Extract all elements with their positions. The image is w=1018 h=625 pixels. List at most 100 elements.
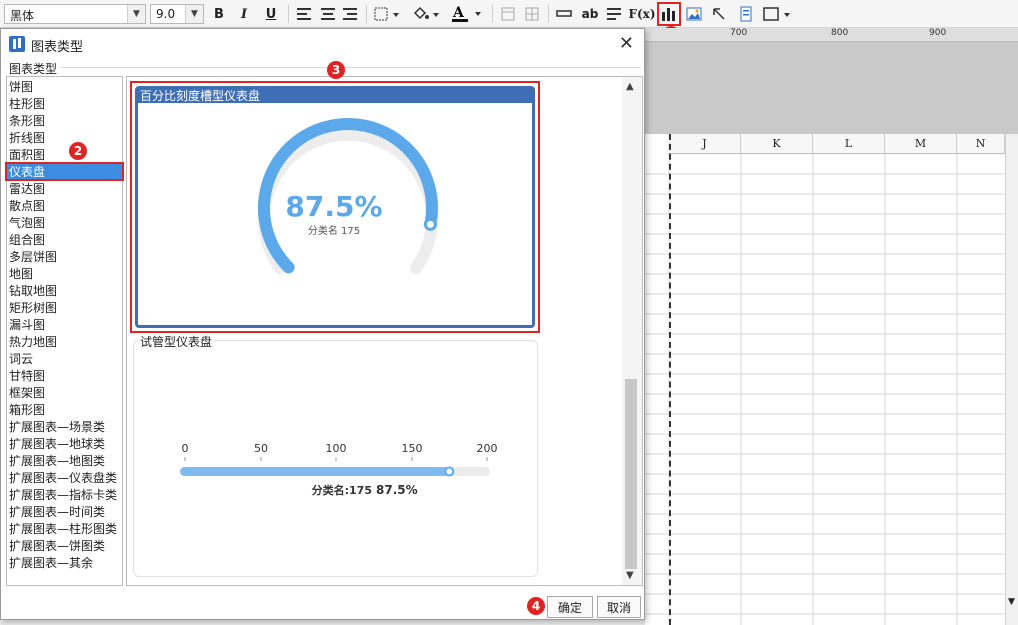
font-name-select[interactable]: 黑体 ▼ <box>4 4 146 24</box>
ok-button[interactable]: 确定 <box>547 596 593 618</box>
chart-type-item[interactable]: 雷达图 <box>7 181 122 198</box>
sheet-margin <box>645 42 1018 134</box>
align-right-icon[interactable] <box>340 4 360 24</box>
bar-chart-icon <box>662 8 675 21</box>
tick-label: 50 <box>254 442 268 455</box>
tube-label: 分类名:175 <box>312 483 372 497</box>
step-badge-4: 4 <box>527 597 545 615</box>
fill-color-icon[interactable] <box>410 4 442 24</box>
chart-type-item[interactable]: 热力地图 <box>7 334 122 351</box>
formula-button[interactable]: F(x) <box>628 4 655 24</box>
chart-type-item[interactable]: 扩展图表—地球类 <box>7 436 122 453</box>
preview-caption: 百分比刻度槽型仪表盘 <box>140 89 261 103</box>
underline-button[interactable]: U <box>261 4 281 24</box>
chevron-down-icon[interactable]: ▼ <box>626 570 634 581</box>
chart-type-list[interactable]: 饼图 柱形图 条形图 折线图 面积图 仪表盘 雷达图 散点图 气泡图 组合图 多层饼图 地图 钻取地图矩… <box>6 76 123 586</box>
svg-text:A: A <box>452 5 465 21</box>
chart-type-item[interactable]: 甘特图 <box>7 368 122 385</box>
chart-type-dialog: 图表类型 ✕ 图表类型 饼图 柱形图 条形图 折线图 面积图 仪表盘 雷达图 散点图 气泡图 组合… <box>0 28 645 620</box>
sheet-scrollbar[interactable]: ▼ <box>1005 134 1018 625</box>
ruler-label: 800 <box>831 28 849 38</box>
toolbar: 黑体 ▼ 9.0 ▼ B I U A ab F(x) <box>0 0 1018 28</box>
align-left-icon[interactable] <box>294 4 314 24</box>
image-icon[interactable] <box>684 4 704 24</box>
column-header-l[interactable]: L <box>813 134 885 154</box>
step-badge-3: 3 <box>327 61 345 79</box>
chart-type-item[interactable]: 扩展图表—仪表盘类 <box>7 470 122 487</box>
chart-type-item[interactable]: 多层饼图 <box>7 249 122 266</box>
chart-type-item[interactable]: 饼图 <box>7 79 122 96</box>
gauge-pointer <box>423 217 437 231</box>
column-header-n[interactable]: N <box>957 134 1005 154</box>
chart-type-item[interactable]: 箱形图 <box>7 402 122 419</box>
chart-preview-panel: 百分比刻度槽型仪表盘 87.5% 分类名 175 试管型仪表盘 0 50 100 <box>126 76 643 586</box>
chart-type-item[interactable]: 扩展图表—指标卡类 <box>7 487 122 504</box>
column-header-j[interactable]: J <box>669 134 741 154</box>
chart-type-item[interactable]: 柱形图 <box>7 96 122 113</box>
text-format-button[interactable]: ab <box>578 4 602 24</box>
tube-pointer <box>444 466 455 477</box>
chart-type-item[interactable]: 气泡图 <box>7 215 122 232</box>
preview-card-tube-gauge[interactable]: 试管型仪表盘 0 50 100 150 200 分类名:175 87.5% <box>133 333 538 577</box>
bold-button[interactable]: B <box>209 4 229 24</box>
tube-gauge-chart: 0 50 100 150 200 分类名:175 87.5% <box>180 442 498 497</box>
chart-type-item[interactable]: 框架图 <box>7 385 122 402</box>
close-icon[interactable]: ✕ <box>619 33 634 54</box>
tube-fill <box>180 467 450 476</box>
chevron-down-icon: ▼ <box>185 5 203 23</box>
cancel-button[interactable]: 取消 <box>597 596 641 618</box>
merge-cells-icon[interactable] <box>498 4 518 24</box>
column-header-m[interactable]: M <box>885 134 957 154</box>
cursor-icon[interactable] <box>709 4 729 24</box>
insert-chart-button[interactable] <box>657 2 681 26</box>
ruler-label: 900 <box>929 28 947 38</box>
frame-icon[interactable] <box>760 4 794 24</box>
font-size-value: 9.0 <box>156 7 176 21</box>
chart-type-item[interactable]: 扩展图表—饼图类 <box>7 538 122 555</box>
insert-row-icon[interactable] <box>554 4 574 24</box>
chart-type-item[interactable]: 扩展图表—其余 <box>7 555 122 572</box>
chart-type-item[interactable]: 矩形树图 <box>7 300 122 317</box>
document-icon[interactable] <box>736 4 756 24</box>
gauge-chart: 87.5% 分类名 175 <box>258 118 438 274</box>
chart-type-item[interactable]: 散点图 <box>7 198 122 215</box>
tick-label: 0 <box>182 442 189 455</box>
preview-card-percent-gauge[interactable]: 百分比刻度槽型仪表盘 87.5% 分类名 175 <box>130 81 540 333</box>
border-icon[interactable] <box>372 4 402 24</box>
chart-type-item[interactable]: 折线图 <box>7 130 122 147</box>
horizontal-ruler: 700 800 900 <box>645 28 1018 42</box>
ruler-label: 700 <box>730 28 748 38</box>
chart-type-item[interactable]: 条形图 <box>7 113 122 130</box>
chart-type-item[interactable]: 词云 <box>7 351 122 368</box>
spreadsheet-grid[interactable]: J K L M N <box>645 134 1005 625</box>
chart-type-item[interactable]: 漏斗图 <box>7 317 122 334</box>
tick-label: 150 <box>402 442 423 455</box>
font-color-icon[interactable]: A <box>450 4 484 24</box>
column-header-k[interactable]: K <box>741 134 813 154</box>
chart-type-item[interactable]: 钻取地图 <box>7 283 122 300</box>
paragraph-icon[interactable] <box>604 4 624 24</box>
chart-type-item[interactable]: 组合图 <box>7 232 122 249</box>
preview-scrollbar[interactable]: ▲ ▼ <box>622 77 642 585</box>
tube-percent: 87.5% <box>376 483 418 497</box>
chart-type-item[interactable]: 扩展图表—柱形图类 <box>7 521 122 538</box>
split-cells-icon[interactable] <box>522 4 542 24</box>
chevron-down-icon[interactable]: ▼ <box>1008 597 1015 607</box>
tick-label: 200 <box>477 442 498 455</box>
chart-type-item[interactable]: 扩展图表—地图类 <box>7 453 122 470</box>
font-name-value: 黑体 <box>10 9 35 23</box>
italic-button[interactable]: I <box>234 4 254 24</box>
chevron-up-icon[interactable]: ▲ <box>626 81 634 92</box>
scroll-thumb[interactable] <box>625 379 637 569</box>
align-center-icon[interactable] <box>318 4 338 24</box>
chart-app-icon <box>9 36 25 52</box>
gauge-subtext: 分类名 175 <box>308 224 360 237</box>
chart-type-item[interactable]: 扩展图表—场景类 <box>7 419 122 436</box>
gauge-value: 87.5% <box>285 190 382 223</box>
font-size-select[interactable]: 9.0 ▼ <box>150 4 204 24</box>
selection-highlight <box>5 162 124 181</box>
chart-type-item[interactable]: 扩展图表—时间类 <box>7 504 122 521</box>
dialog-title-bar: 图表类型 ✕ <box>1 29 644 59</box>
page-break-line <box>669 134 671 625</box>
chart-type-item[interactable]: 地图 <box>7 266 122 283</box>
